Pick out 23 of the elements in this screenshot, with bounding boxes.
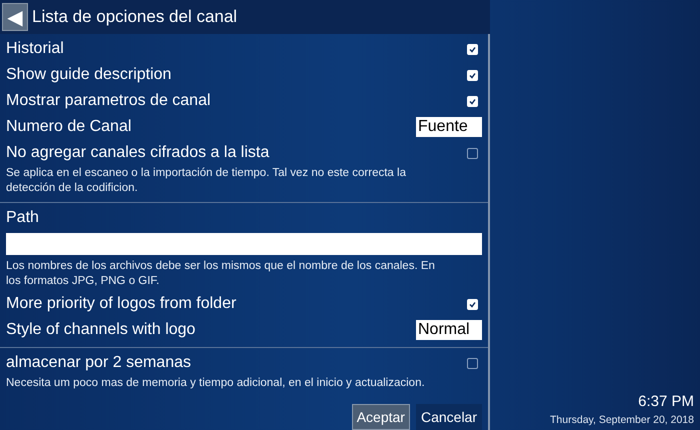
option-label: Show guide description bbox=[6, 66, 172, 84]
value-selector[interactable]: Normal bbox=[416, 320, 482, 340]
clock-time: 6:37 PM bbox=[638, 393, 694, 410]
option-description: Se aplica en el escaneo o la importación de tiempo. Tal vez no este correcta la detección de la codificion. bbox=[6, 166, 407, 196]
option-label: almacenar por 2 semanas bbox=[6, 354, 191, 372]
option-label: Path bbox=[6, 209, 39, 227]
option-label: Mostrar parametros de canal bbox=[6, 92, 211, 110]
option-label: Numero de Canal bbox=[6, 118, 132, 136]
checkbox[interactable] bbox=[467, 358, 478, 368]
option-label: No agregar canales cifrados a la lista bbox=[6, 144, 270, 162]
option-label: Historial bbox=[6, 40, 64, 58]
dialog-button[interactable]: Cancelar bbox=[416, 404, 482, 430]
screen-title: Lista de opciones del canal bbox=[32, 7, 238, 27]
clock-date: Thursday, September 20, 2018 bbox=[550, 414, 694, 426]
checkbox[interactable] bbox=[467, 148, 478, 158]
dialog-button[interactable]: Aceptar bbox=[352, 404, 410, 430]
value-selector[interactable]: Fuente bbox=[416, 117, 482, 137]
option-label: More priority of logos from folder bbox=[6, 295, 236, 313]
back-button[interactable]: ◀ bbox=[2, 3, 28, 31]
option-description: Los nombres de los archivos debe ser los mismos que el nombre de los canales. En los formatos JPG, PNG o GIF. bbox=[6, 259, 436, 289]
path-input-field[interactable] bbox=[6, 233, 482, 255]
option-label: Style of channels with logo bbox=[6, 321, 196, 339]
option-description: Necesita um poco mas de memoria y tiempo adicional, en el inicio y actualizacion. bbox=[6, 376, 426, 391]
